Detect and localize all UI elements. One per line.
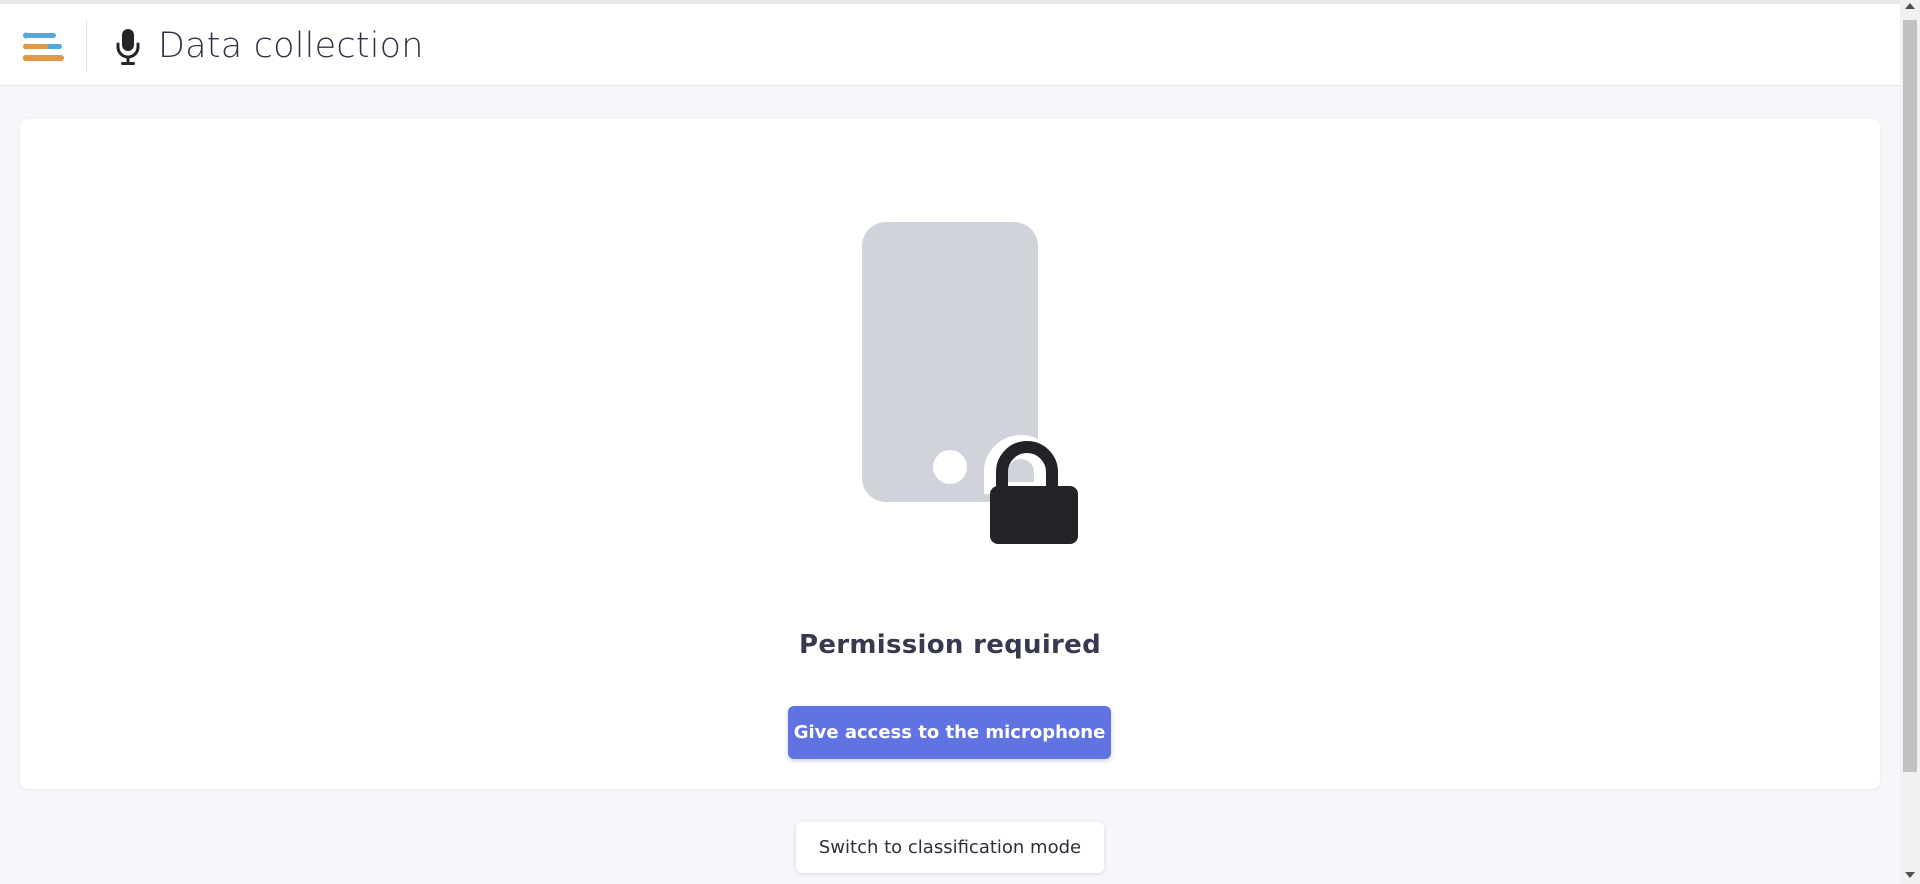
app-logo-icon[interactable] <box>22 31 64 63</box>
app-header: Data collection <box>0 4 1900 86</box>
permission-required-heading: Permission required <box>798 630 1102 660</box>
header-divider <box>86 20 87 72</box>
switch-to-classification-mode-button[interactable]: Switch to classification mode <box>796 822 1104 873</box>
scroll-down-arrow-icon[interactable] <box>1905 872 1915 878</box>
give-microphone-access-button[interactable]: Give access to the microphone <box>788 706 1111 759</box>
scroll-up-arrow-icon[interactable] <box>1905 3 1915 9</box>
scrollbar-thumb[interactable] <box>1903 20 1917 772</box>
microphone-icon <box>116 29 140 65</box>
page-title: Data collection <box>158 26 424 66</box>
phone-lock-icon <box>862 222 1082 550</box>
vertical-scrollbar[interactable] <box>1900 0 1920 884</box>
